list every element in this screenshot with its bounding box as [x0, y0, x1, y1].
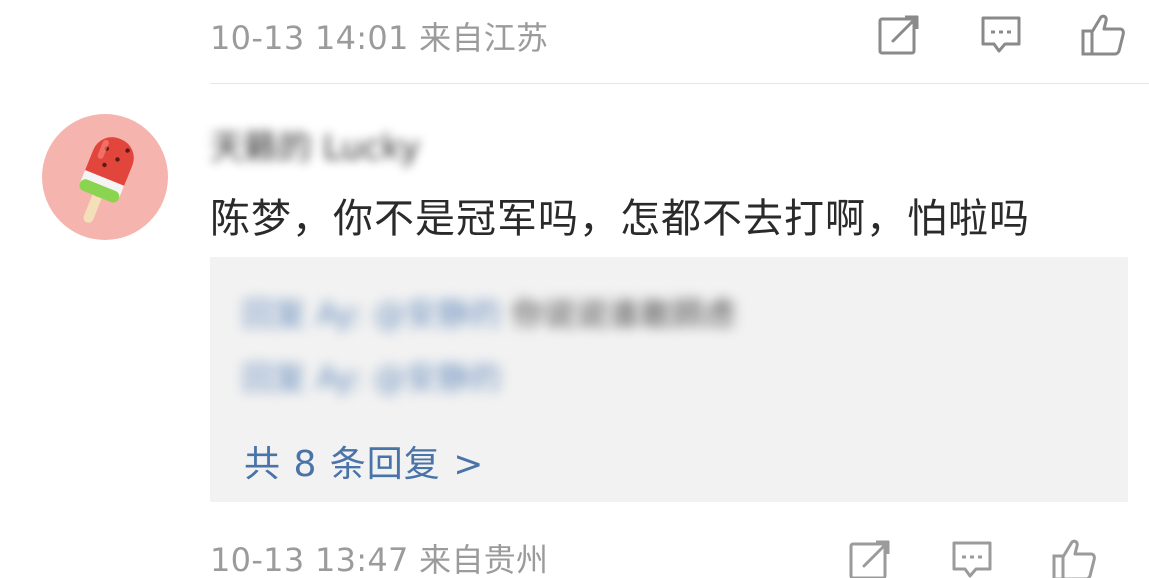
share-edit-icon: [849, 540, 890, 578]
share-edit-icon: [878, 15, 919, 55]
comment-divider: [210, 83, 1149, 84]
reply-author[interactable]: 回复 Ay: @安静的: [242, 359, 501, 397]
previous-comment-actions: [874, 10, 1128, 60]
popsicle-icon: [79, 137, 134, 223]
reply-author[interactable]: 回复 Ay: @安静的: [242, 295, 501, 333]
reply-button[interactable]: [947, 535, 997, 578]
comment-actions: [845, 535, 1099, 578]
comment-bubble-icon: [952, 541, 992, 578]
thumbs-up-icon: [1052, 539, 1096, 578]
avatar[interactable]: [42, 114, 168, 240]
repost-button[interactable]: [845, 535, 895, 578]
comment-username[interactable]: 天籁的 Lucky: [210, 120, 420, 169]
like-button[interactable]: [1078, 10, 1128, 60]
reply-body: 你说说谁敢顾虑: [511, 295, 736, 333]
comment-text: 陈梦，你不是冠军吗，怎都不去打啊，怕啦吗: [210, 196, 1030, 242]
previous-comment-meta: 10-13 14:01 来自江苏: [210, 19, 549, 57]
repost-button[interactable]: [874, 10, 924, 60]
thumbs-up-icon: [1081, 14, 1125, 56]
more-replies-link[interactable]: 共 8 条回复 >: [244, 435, 484, 487]
like-button[interactable]: [1049, 535, 1099, 578]
reply-button[interactable]: [976, 10, 1026, 60]
comment-meta: 10-13 13:47 来自贵州: [210, 541, 549, 578]
reply-item[interactable]: 回复 Ay: @安静的 你说说谁敢顾虑: [242, 289, 736, 335]
reply-item[interactable]: 回复 Ay: @安静的: [242, 353, 501, 399]
reply-preview-box[interactable]: 回复 Ay: @安静的 你说说谁敢顾虑 回复 Ay: @安静的 共 8 条回复 …: [210, 257, 1128, 502]
comment-bubble-icon: [981, 16, 1021, 53]
